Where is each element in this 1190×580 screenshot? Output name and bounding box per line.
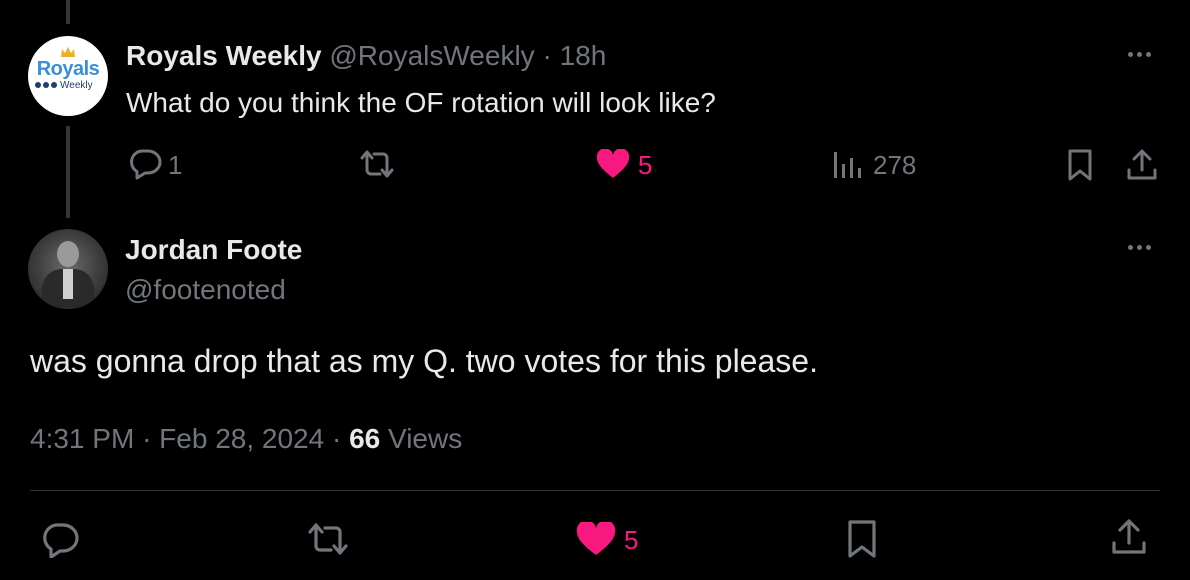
share-button[interactable] xyxy=(1111,518,1147,556)
author-name[interactable]: Royals Weekly xyxy=(126,40,322,71)
bookmark-button[interactable] xyxy=(846,519,878,559)
author-handle[interactable]: @RoyalsWeekly xyxy=(329,40,534,71)
like-count: 5 xyxy=(638,150,653,180)
views-count[interactable]: 66 xyxy=(349,423,380,454)
view-count: 278 xyxy=(873,150,917,180)
parent-tweet-text: What do you think the OF rotation will l… xyxy=(126,87,716,118)
main-tweet-text: was gonna drop that as my Q. two votes f… xyxy=(30,343,818,379)
like-button[interactable] xyxy=(576,522,616,556)
views-button[interactable] xyxy=(832,148,862,180)
bookmark-button[interactable] xyxy=(1067,148,1093,182)
reply-icon xyxy=(43,523,79,558)
reply-icon xyxy=(130,149,162,180)
like-count: 5 xyxy=(624,525,639,555)
avatar-crown-icon xyxy=(61,44,75,57)
reply-button[interactable] xyxy=(40,522,80,558)
views-label: Views xyxy=(388,423,463,454)
like-button[interactable] xyxy=(596,149,630,179)
bookmark-icon xyxy=(848,520,876,558)
tweet-time[interactable]: 18h xyxy=(560,40,607,71)
like-icon xyxy=(596,149,630,178)
more-icon xyxy=(1128,52,1133,57)
retweet-icon xyxy=(308,523,348,555)
author-handle[interactable]: @footenoted xyxy=(125,274,286,306)
avatar-head-shape xyxy=(57,241,79,267)
share-icon xyxy=(1112,519,1146,554)
like-icon xyxy=(576,522,616,555)
royals-weekly-avatar[interactable]: Royals Weekly xyxy=(28,36,108,116)
avatar-logo-text: Royals xyxy=(36,58,100,80)
share-icon xyxy=(1127,149,1157,180)
bookmark-icon xyxy=(1068,149,1092,181)
tweet-metadata: 4:31 PM · Feb 28, 2024 · 66 Views xyxy=(30,423,462,455)
retweet-button[interactable] xyxy=(358,148,396,180)
avatar-logo-balls xyxy=(35,82,57,88)
thread-line-bottom xyxy=(66,126,70,218)
reply-button[interactable] xyxy=(128,148,162,180)
more-icon xyxy=(1128,245,1133,250)
tweet-date[interactable]: Feb 28, 2024 xyxy=(159,423,324,454)
jordan-foote-avatar[interactable] xyxy=(28,229,108,309)
thread-line-top xyxy=(66,0,70,24)
meta-separator: · xyxy=(142,423,152,454)
avatar-shirt-shape xyxy=(63,269,73,299)
header-separator: · xyxy=(542,40,552,71)
tweet-time[interactable]: 4:31 PM xyxy=(30,423,134,454)
retweet-button[interactable] xyxy=(306,521,350,557)
meta-separator: · xyxy=(331,423,342,454)
views-icon xyxy=(834,152,861,178)
more-options-button[interactable] xyxy=(1128,245,1151,250)
reply-count: 1 xyxy=(168,150,183,180)
author-name[interactable]: Jordan Foote xyxy=(125,234,302,266)
action-bar-divider xyxy=(30,490,1160,491)
more-options-button[interactable] xyxy=(1128,52,1151,57)
retweet-icon xyxy=(360,150,394,178)
share-button[interactable] xyxy=(1126,148,1158,182)
parent-tweet-header: Royals Weekly @RoyalsWeekly · 18h xyxy=(126,40,606,72)
avatar-logo-subtext: Weekly xyxy=(60,80,93,91)
